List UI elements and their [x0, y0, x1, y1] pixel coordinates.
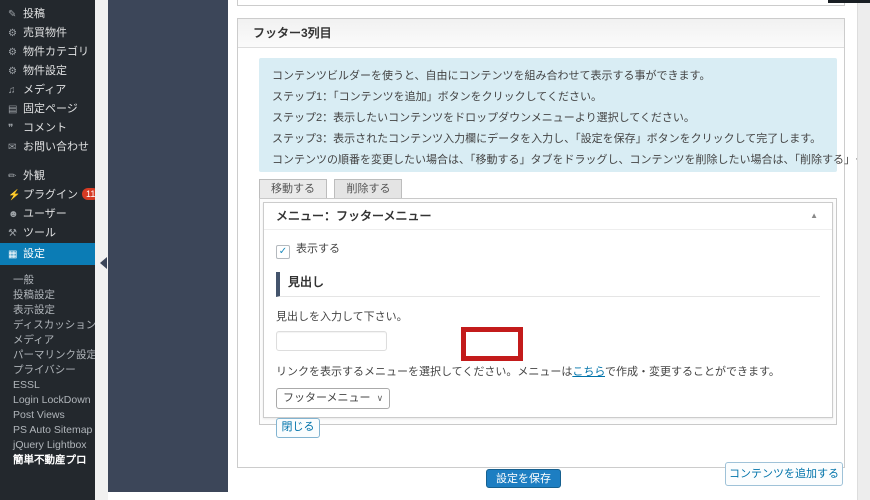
pin-icon: ✎: [8, 5, 23, 24]
plugin-icon: ⚡: [8, 186, 23, 205]
gear-icon: ⚙: [8, 24, 23, 43]
info-line: ステップ1：「コンテンツを追加」ボタンをクリックしてください。: [272, 87, 837, 108]
wrench-icon: ⚒: [8, 224, 23, 243]
save-settings-button[interactable]: 設定を保存: [486, 469, 561, 488]
sidebar-subitem-writing[interactable]: 投稿設定: [0, 288, 95, 303]
sidebar-item-properties[interactable]: ⚙売買物件: [0, 24, 95, 43]
sidebar-subitem-jquery-lightbox[interactable]: jQuery Lightbox: [0, 438, 95, 453]
active-menu-arrow: [100, 257, 107, 269]
sidebar-item-users[interactable]: ☻ユーザー: [0, 205, 95, 224]
user-icon: ☻: [8, 205, 23, 224]
sidebar-item-plugins[interactable]: ⚡プラグイン11: [0, 186, 95, 205]
heading-input[interactable]: [276, 331, 387, 351]
postbox-body: ✓ 表示する 見出し 見出しを入力して下さい。 リンクを表示するメニューを選択して…: [264, 230, 832, 438]
sidebar-subitem-login-lockdown[interactable]: Login LockDown: [0, 393, 95, 408]
show-checkbox-label: 表示する: [296, 243, 340, 255]
sidebar-subitem-essl[interactable]: ESSL: [0, 378, 95, 393]
sidebar-item-pages[interactable]: ▤固定ページ: [0, 100, 95, 119]
admin-sidebar: ✎投稿 ⚙売買物件 ⚙物件カテゴリ ⚙物件設定 ♫メディア ▤固定ページ ❞コメ…: [0, 0, 95, 500]
annotation-red-box: [461, 327, 523, 361]
sidebar-gutter: [95, 0, 108, 500]
settings-icon: ▦: [8, 244, 23, 266]
tab-delete[interactable]: 削除する: [334, 179, 402, 198]
comment-icon: ❞: [8, 119, 23, 138]
dark-side-panel: [108, 0, 228, 492]
sidebar-subitem-post-views[interactable]: Post Views: [0, 408, 95, 423]
pages-icon: ▤: [8, 100, 23, 119]
info-line: ステップ2：表示したいコンテンツをドロップダウンメニューより選択してください。: [272, 108, 837, 129]
content-block-tabs: 移動する 削除する: [259, 179, 405, 198]
sidebar-item-appearance[interactable]: ✏外観: [0, 167, 95, 186]
info-line: コンテンツの順番を変更したい場合は、「移動する」タブをドラッグし、コンテンツを削…: [272, 150, 837, 171]
previous-panel-edge: [237, 0, 845, 6]
instructions-infobox: コンテンツビルダーを使うと、自由にコンテンツを組み合わせて表示する事ができます。…: [259, 58, 837, 172]
show-checkbox[interactable]: ✓: [276, 245, 290, 259]
gear-icon: ⚙: [8, 62, 23, 81]
postbox-header: メニュー：フッターメニュー ▲: [264, 203, 832, 230]
close-button[interactable]: 閉じる: [276, 418, 320, 438]
heading-hint: 見出しを入力して下さい。: [276, 308, 820, 324]
wordpress-admin-page: ✎投稿 ⚙売買物件 ⚙物件カテゴリ ⚙物件設定 ♫メディア ▤固定ページ ❞コメ…: [0, 0, 870, 500]
settings-submenu: 一般 投稿設定 表示設定 ディスカッション メディア パーマリンク設定 プライバ…: [0, 265, 95, 468]
collapse-arrow-icon[interactable]: ▲: [810, 203, 818, 229]
sidebar-subitem-fudousan-pro[interactable]: 簡単不動産プロ: [0, 453, 95, 468]
media-icon: ♫: [8, 81, 23, 100]
sidebar-item-tools[interactable]: ⚒ツール: [0, 224, 95, 243]
add-content-button[interactable]: コンテンツを追加する: [725, 462, 843, 486]
menu-select[interactable]: フッターメニュー∨: [276, 388, 390, 409]
sidebar-item-comments[interactable]: ❞コメント: [0, 119, 95, 138]
sidebar-item-posts[interactable]: ✎投稿: [0, 5, 95, 24]
sidebar-subitem-ps-auto-sitemap[interactable]: PS Auto Sitemap: [0, 423, 95, 438]
mail-icon: ✉: [8, 138, 23, 157]
top-right-dark-strip: [828, 0, 870, 3]
sidebar-subitem-general[interactable]: 一般: [0, 273, 95, 288]
brush-icon: ✏: [8, 167, 23, 186]
gear-icon: ⚙: [8, 43, 23, 62]
sidebar-subitem-permalinks[interactable]: パーマリンク設定: [0, 348, 95, 363]
panel-title: フッター3列目: [238, 19, 844, 48]
sidebar-subitem-reading[interactable]: 表示設定: [0, 303, 95, 318]
main-content: フッター3列目 コンテンツビルダーを使うと、自由にコンテンツを組み合わせて表示す…: [228, 0, 857, 500]
sidebar-item-media[interactable]: ♫メディア: [0, 81, 95, 100]
sidebar-subitem-media[interactable]: メディア: [0, 333, 95, 348]
kochira-link[interactable]: こちら: [572, 366, 605, 378]
content-builder-box: メニュー：フッターメニュー ▲ ✓ 表示する 見出し 見出しを入力して下さい。 リ…: [259, 198, 837, 425]
sidebar-item-contact[interactable]: ✉お問い合わせ: [0, 138, 95, 157]
heading-section-title: 見出し: [276, 272, 820, 297]
chevron-down-icon: ∨: [377, 393, 384, 403]
scrollbar-track[interactable]: [857, 0, 870, 500]
footer-column3-panel: フッター3列目 コンテンツビルダーを使うと、自由にコンテンツを組み合わせて表示す…: [237, 18, 845, 468]
sidebar-item-settings[interactable]: ▦設定: [0, 243, 95, 265]
info-line: ステップ3：表示されたコンテンツ入力欄にデータを入力し、「設定を保存」ボタンをク…: [272, 129, 837, 150]
sidebar-subitem-privacy[interactable]: プライバシー: [0, 363, 95, 378]
info-line: コンテンツビルダーを使うと、自由にコンテンツを組み合わせて表示する事ができます。: [272, 66, 837, 87]
postbox-title: メニュー：フッターメニュー: [276, 209, 432, 223]
menu-link-sentence: リンクを表示するメニューを選択してください。メニューはこちらで作成・変更すること…: [276, 363, 820, 379]
sidebar-item-property-settings[interactable]: ⚙物件設定: [0, 62, 95, 81]
tab-move[interactable]: 移動する: [259, 179, 327, 198]
sidebar-item-property-categories[interactable]: ⚙物件カテゴリ: [0, 43, 95, 62]
sidebar-subitem-discussion[interactable]: ディスカッション: [0, 318, 95, 333]
menu-postbox: メニュー：フッターメニュー ▲ ✓ 表示する 見出し 見出しを入力して下さい。 リ…: [263, 202, 833, 418]
